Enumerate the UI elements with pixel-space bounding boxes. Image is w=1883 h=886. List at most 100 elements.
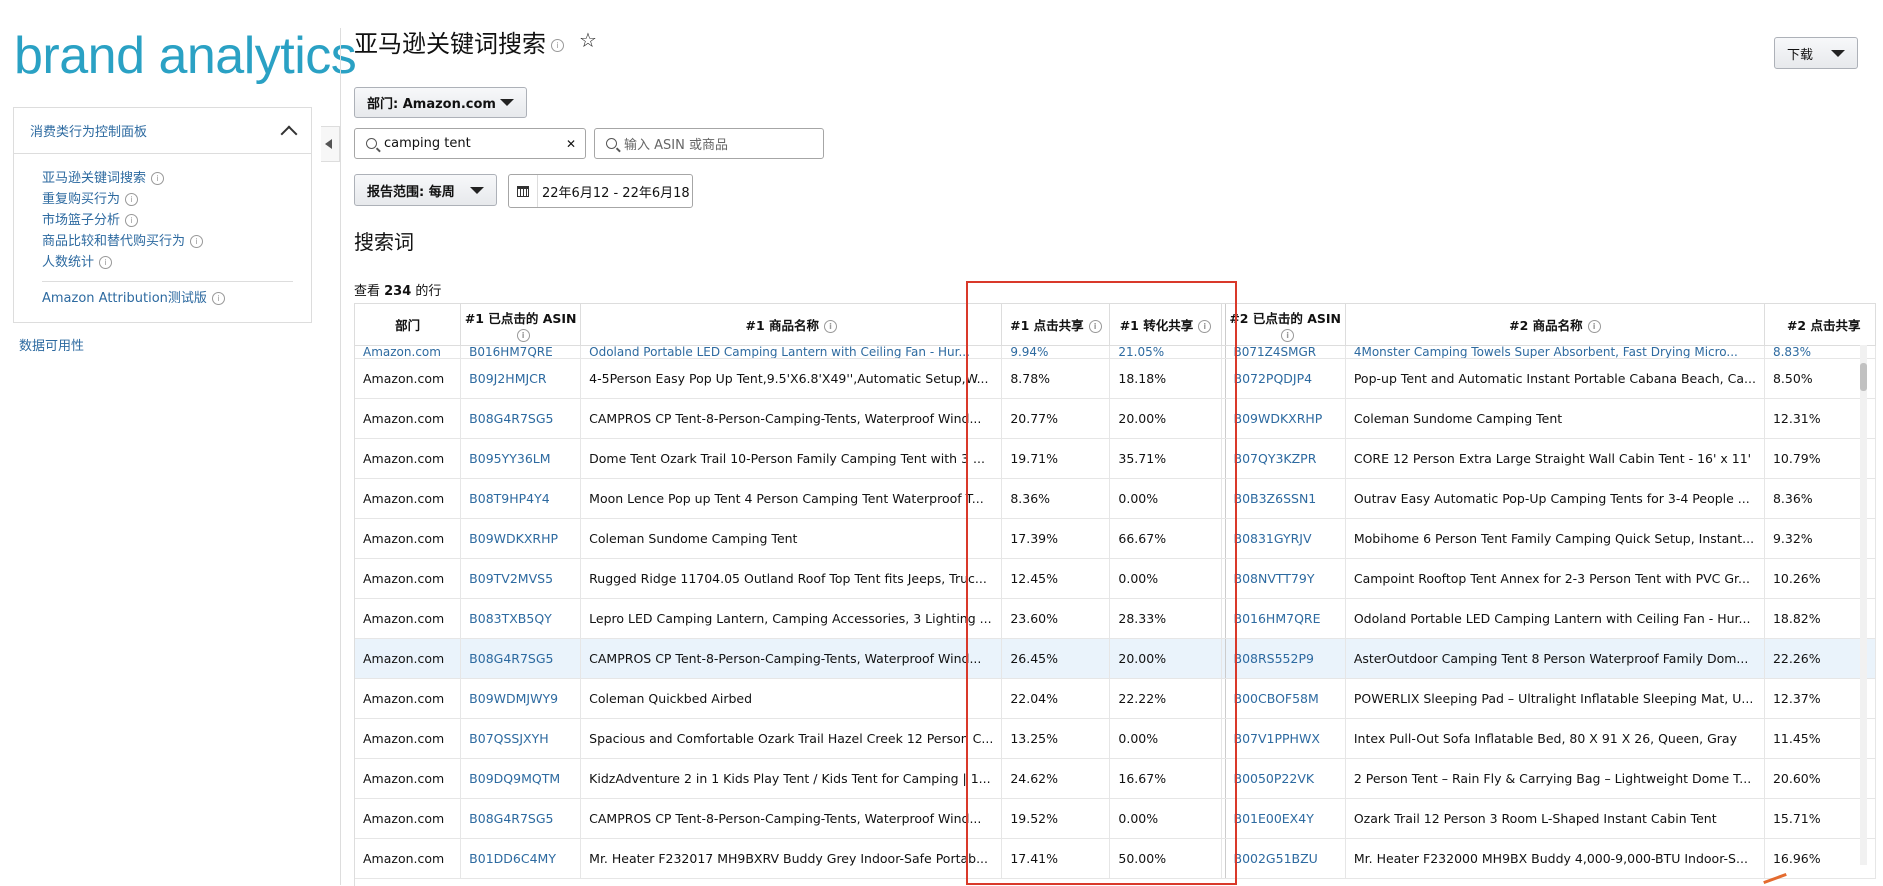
- cell-asin2[interactable]: B016HM7QRE: [1225, 598, 1346, 639]
- cell-conv-share1: 0.00%: [1109, 718, 1222, 759]
- cell-asin1[interactable]: B095YY36LM: [460, 438, 582, 479]
- cell-asin1[interactable]: B09J2HMJCR: [460, 358, 582, 399]
- row-count: 查看 234 的行: [354, 284, 442, 299]
- cell-department: Amazon.com: [355, 758, 462, 799]
- star-icon[interactable]: ☆: [579, 28, 597, 52]
- cell-conv-share1: 35.71%: [1109, 438, 1222, 479]
- cell-asin2[interactable]: B071Z4SMGR: [1225, 345, 1346, 359]
- sidebar-item-demographics[interactable]: 人数统计 i: [42, 252, 311, 273]
- table-row[interactable]: Amazon.com B095YY36LM Dome Tent Ozark Trai…: [355, 438, 1876, 479]
- cell-asin1[interactable]: B08G4R7SG5: [460, 398, 582, 439]
- table-row[interactable]: Amazon.com B08T9HP4Y4 Moon Lence Pop up Te…: [355, 478, 1876, 519]
- table-row[interactable]: Amazon.com B09WDKXRHP Coleman Sundome Camp…: [355, 518, 1876, 559]
- sidebar-item-repeat-purchase[interactable]: 重复购买行为 i: [42, 189, 311, 210]
- cell-name2: 2 Person Tent – Rain Fly & Carrying Bag …: [1345, 758, 1765, 799]
- cell-asin2[interactable]: B09WDKXRHP: [1225, 398, 1346, 439]
- calendar-button[interactable]: [509, 175, 538, 207]
- cell-asin2[interactable]: B07QY3KZPR: [1225, 438, 1346, 479]
- cell-click-share1: 20.77%: [1001, 398, 1111, 439]
- data-availability-link[interactable]: 数据可用性: [19, 335, 84, 354]
- cell-name2: Intex Pull-Out Sofa Inflatable Bed, 80 X…: [1345, 718, 1765, 759]
- cell-asin2[interactable]: B0B3Z6SSN1: [1225, 478, 1346, 519]
- col-header-click1[interactable]: #1 点击共享 i: [1001, 304, 1111, 346]
- cell-asin1[interactable]: B08G4R7SG5: [460, 798, 582, 839]
- date-range-picker[interactable]: 22年6月12 - 22年6月18: [508, 174, 693, 208]
- download-button[interactable]: 下载: [1774, 37, 1858, 69]
- cell-asin1[interactable]: B08T9HP4Y4: [460, 478, 582, 519]
- cell-asin2[interactable]: B00CBOF58M: [1225, 678, 1346, 719]
- table-header-row: 部门 #1 已点击的 ASIN i #1 商品名称 i #1 点击共享 i #1 转化…: [355, 304, 1876, 346]
- col-header-click2[interactable]: #2 点击共享: [1764, 304, 1876, 346]
- cell-name1: 4-5Person Easy Pop Up Tent,9.5'X6.8'X49'…: [580, 358, 1003, 399]
- cell-department: Amazon.com: [355, 798, 462, 839]
- cell-asin2[interactable]: B08NVTT79Y: [1225, 558, 1346, 599]
- table-row[interactable]: Amazon.com B01DD6C4MY Mr. Heater F232017 M…: [355, 838, 1876, 879]
- caret-down-icon: [500, 99, 514, 106]
- cell-name2: AsterOutdoor Camping Tent 8 Person Water…: [1345, 638, 1765, 679]
- report-range-dropdown[interactable]: 报告范围: 每周: [354, 174, 497, 206]
- table-row[interactable]: Amazon.com B08G4R7SG5 CAMPROS CP Tent-8-Pe…: [355, 398, 1876, 439]
- table-row[interactable]: Amazon.com B016HM7QRE Odoland Portable LED…: [355, 345, 1876, 359]
- table-row[interactable]: Amazon.com B09DQ9MQTM KidzAdventure 2 in 1…: [355, 758, 1876, 799]
- cell-asin2[interactable]: B072PQDJP4: [1225, 358, 1346, 399]
- cell-name2: POWERLIX Sleeping Pad – Ultralight Infla…: [1345, 678, 1765, 719]
- cell-asin1[interactable]: B083TXB5QY: [460, 598, 582, 639]
- info-icon: i: [125, 193, 139, 206]
- cell-department: Amazon.com: [355, 345, 462, 359]
- table-row[interactable]: Amazon.com B09WDMJWY9 Coleman Quickbed Air…: [355, 678, 1876, 719]
- table-row[interactable]: Amazon.com B07QSSJXYH Spacious and Comfort…: [355, 718, 1876, 759]
- table-row[interactable]: Amazon.com B09TV2MVS5 Rugged Ridge 11704.0…: [355, 558, 1876, 599]
- page-title: 亚马逊关键词搜索 i: [354, 24, 564, 59]
- search-term-input[interactable]: camping tent ✕: [354, 128, 586, 159]
- table-row[interactable]: Amazon.com B09J2HMJCR 4-5Person Easy Pop U…: [355, 358, 1876, 399]
- cell-asin2[interactable]: B0050P22VK: [1225, 758, 1346, 799]
- cell-asin1[interactable]: B016HM7QRE: [460, 345, 582, 359]
- cell-click-share2: 20.60%: [1764, 758, 1876, 799]
- cell-asin1[interactable]: B09WDKXRHP: [460, 518, 582, 559]
- col-header-department[interactable]: 部门: [355, 304, 462, 346]
- col-header-asin2[interactable]: #2 已点击的 ASIN i: [1225, 304, 1346, 346]
- col-header-asin1[interactable]: #1 已点击的 ASIN i: [460, 304, 582, 346]
- cell-click-share1: 22.04%: [1001, 678, 1111, 719]
- cell-asin2[interactable]: B002G51BZU: [1225, 838, 1346, 879]
- table-row[interactable]: Amazon.com B08G4R7SG5 CAMPROS CP Tent-8-Pe…: [355, 798, 1876, 839]
- scrollbar-thumb[interactable]: [1860, 363, 1867, 391]
- sidebar-item-attribution[interactable]: Amazon Attribution测试版 i: [42, 288, 311, 309]
- sidebar-item-keyword-search[interactable]: 亚马逊关键词搜索 i: [42, 168, 311, 189]
- cell-conv-share1: 0.00%: [1109, 558, 1222, 599]
- cell-asin2[interactable]: B07V1PPHWX: [1225, 718, 1346, 759]
- cell-asin1[interactable]: B07QSSJXYH: [460, 718, 582, 759]
- col-header-name1[interactable]: #1 商品名称 i: [580, 304, 1003, 346]
- brand-analytics-logo: brand analytics: [14, 27, 357, 85]
- asin-input[interactable]: 输入 ASIN 或商品: [594, 128, 824, 159]
- cell-department: Amazon.com: [355, 398, 462, 439]
- cell-asin1[interactable]: B09DQ9MQTM: [460, 758, 582, 799]
- cell-conv-share1: 20.00%: [1109, 398, 1222, 439]
- cell-asin1[interactable]: B08G4R7SG5: [460, 638, 582, 679]
- table-row[interactable]: Amazon.com B08G4R7SG5 CAMPROS CP Tent-8-Pe…: [355, 638, 1876, 679]
- cell-asin2[interactable]: B08RS552P9: [1225, 638, 1346, 679]
- clear-icon[interactable]: ✕: [566, 137, 576, 151]
- col-header-conv1[interactable]: #1 转化共享 i: [1109, 304, 1222, 346]
- cell-click-share2: 9.32%: [1764, 518, 1876, 559]
- cell-conv-share1: 0.00%: [1109, 478, 1222, 519]
- collapse-sidebar-button[interactable]: [321, 126, 340, 162]
- cell-name2: Ozark Trail 12 Person 3 Room L-Shaped In…: [1345, 798, 1765, 839]
- cell-asin1[interactable]: B09TV2MVS5: [460, 558, 582, 599]
- sidebar-item-item-comparison[interactable]: 商品比较和替代购买行为 i: [42, 231, 311, 252]
- cell-asin2[interactable]: B0831GYRJV: [1225, 518, 1346, 559]
- cell-asin1[interactable]: B01DD6C4MY: [460, 838, 582, 879]
- cell-asin1[interactable]: B09WDMJWY9: [460, 678, 582, 719]
- scrollbar-track[interactable]: [1860, 345, 1867, 865]
- table-row[interactable]: Amazon.com B083TXB5QY Lepro LED Camping La…: [355, 598, 1876, 639]
- chevron-up-icon[interactable]: [280, 125, 298, 142]
- sidebar-item-market-basket[interactable]: 市场篮子分析 i: [42, 210, 311, 231]
- cell-name2: Mobihome 6 Person Tent Family Camping Qu…: [1345, 518, 1765, 559]
- cell-click-share1: 8.36%: [1001, 478, 1111, 519]
- cell-department: Amazon.com: [355, 678, 462, 719]
- cell-asin2[interactable]: B01E00EX4Y: [1225, 798, 1346, 839]
- sidebar-header[interactable]: 消费类行为控制面板: [14, 108, 311, 154]
- search-icon: [366, 138, 377, 149]
- department-dropdown[interactable]: 部门: Amazon.com: [354, 87, 527, 118]
- col-header-name2[interactable]: #2 商品名称 i: [1345, 304, 1765, 346]
